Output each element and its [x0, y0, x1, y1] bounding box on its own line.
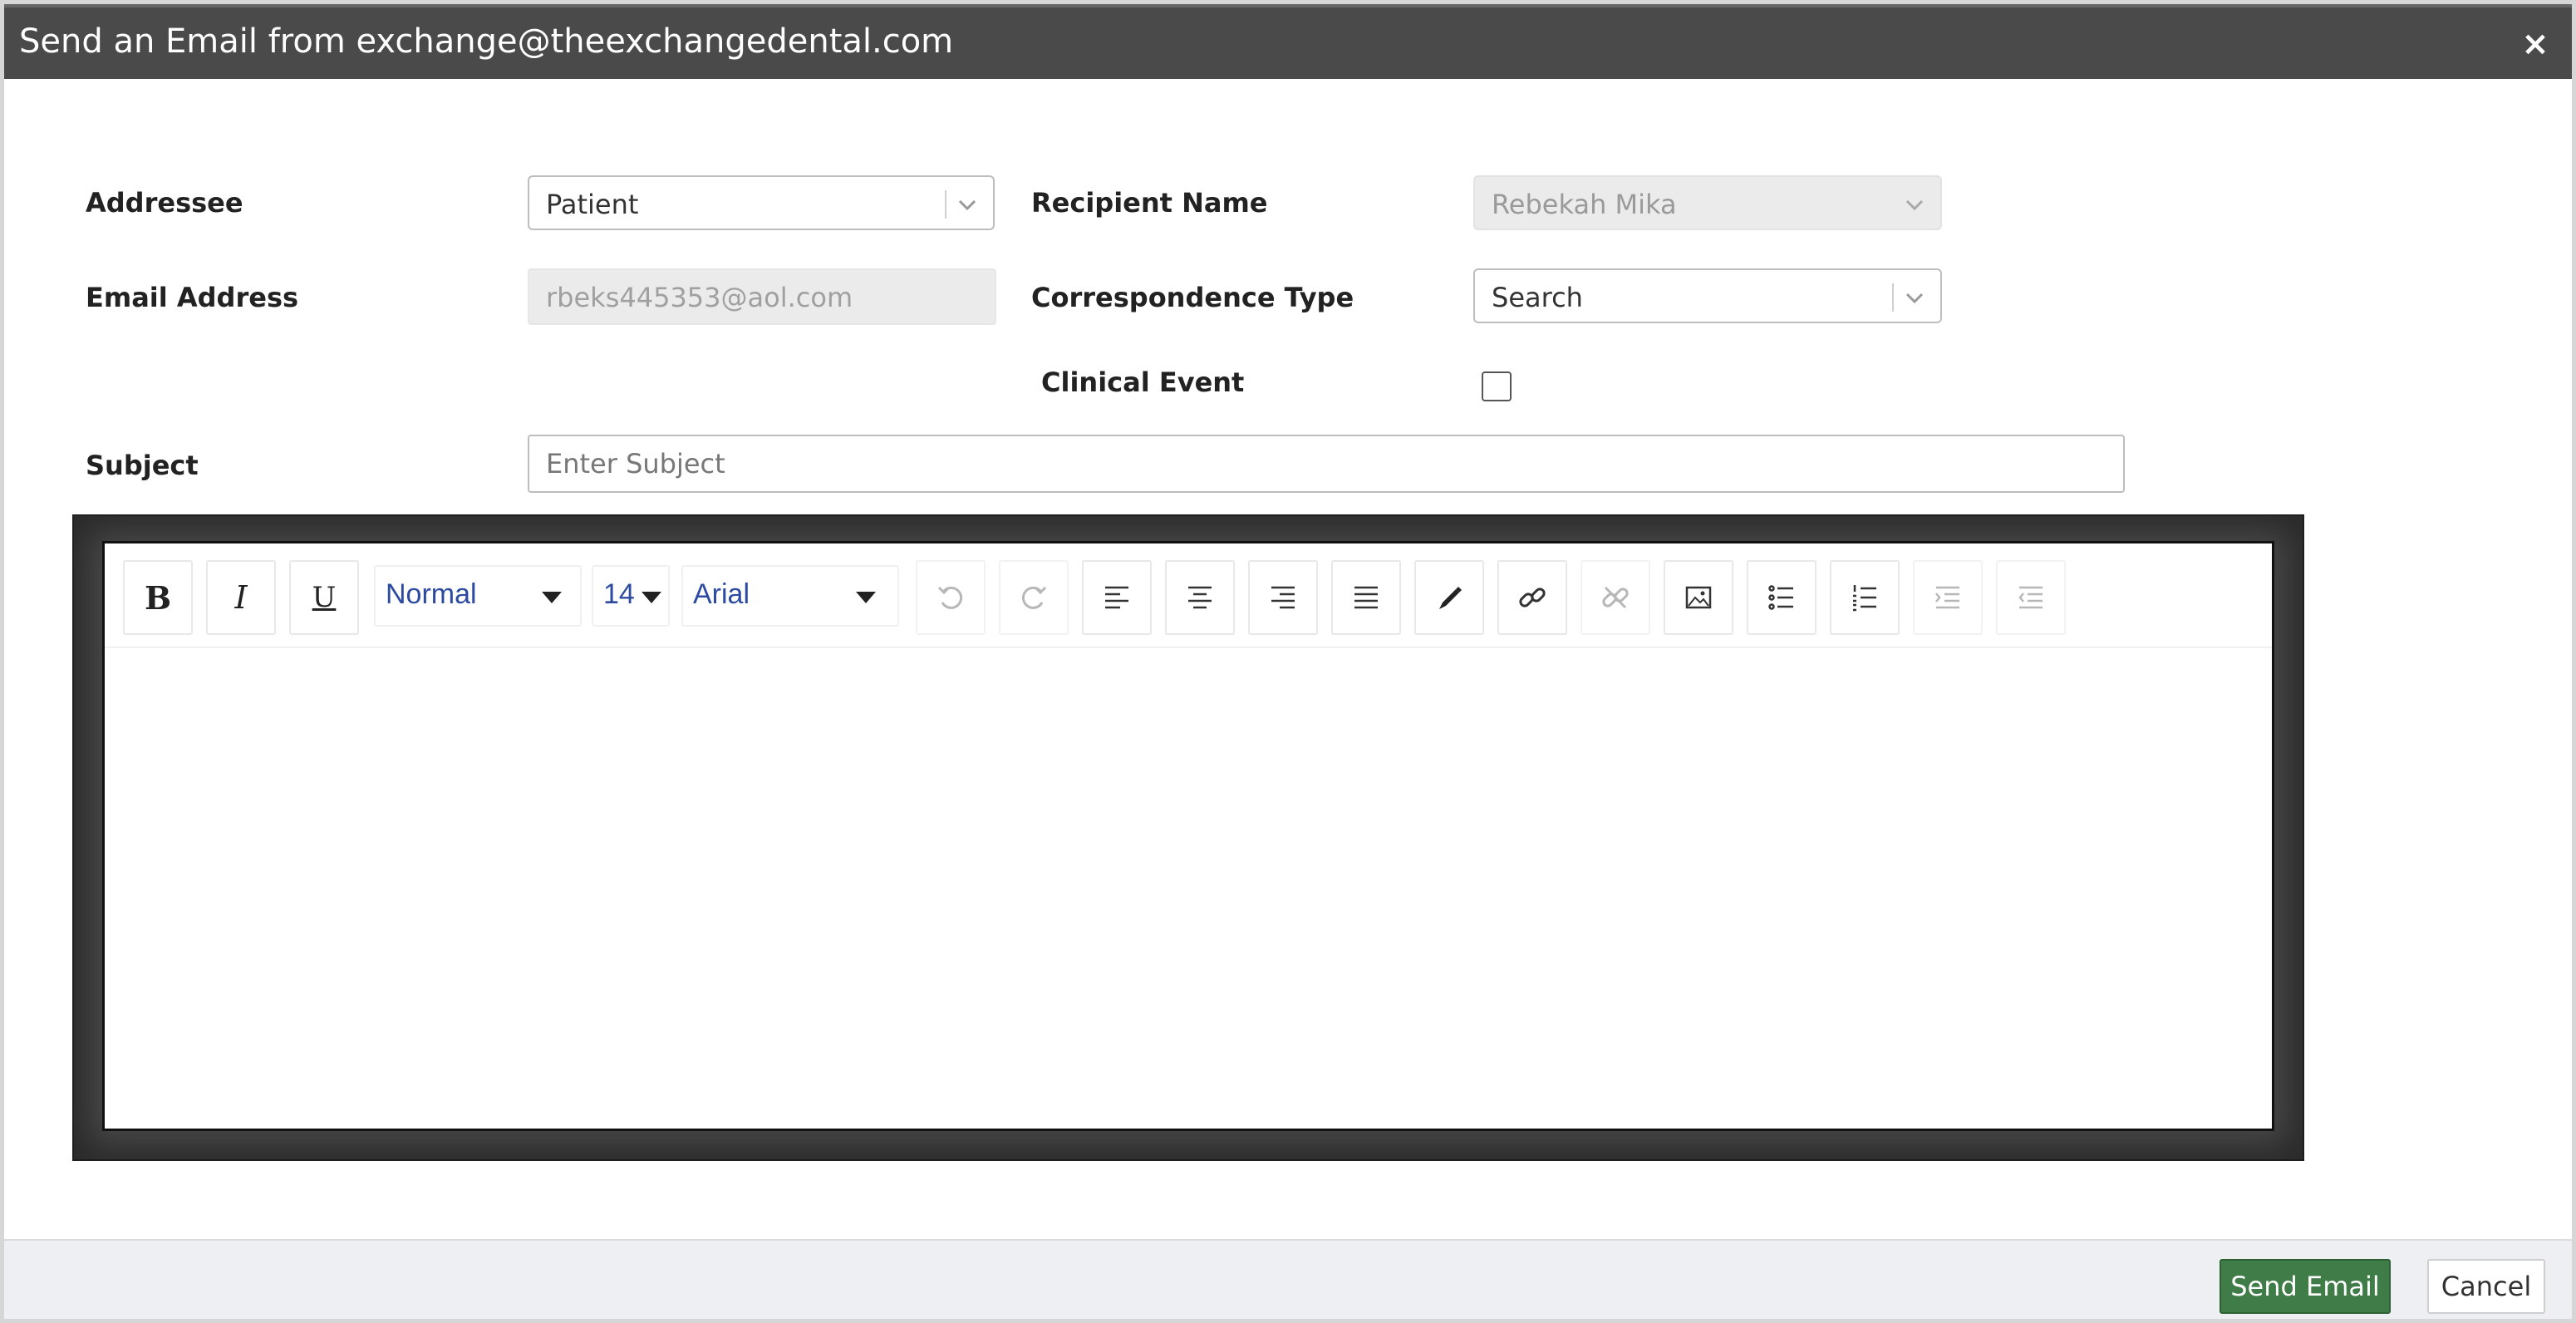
unlink-button[interactable] [1581, 560, 1650, 635]
paragraph-style-value: Normal [386, 578, 477, 610]
indent-icon [1935, 586, 1959, 609]
font-size-select[interactable]: 14 [592, 565, 670, 627]
close-icon[interactable]: × [2517, 26, 2554, 62]
clinical-event-label: Clinical Event [1041, 366, 1245, 398]
align-left-icon [1105, 586, 1128, 609]
text-color-icon [1439, 587, 1462, 609]
dialog-footer [4, 1239, 2572, 1319]
align-center-icon [1188, 586, 1212, 609]
image-icon [1685, 586, 1712, 609]
dialog-title: Send an Email from exchange@theexchanged… [19, 22, 954, 61]
link-icon [1519, 588, 1546, 607]
addressee-value: Patient [546, 189, 639, 220]
caret-down-icon [542, 592, 562, 603]
align-right-icon [1271, 586, 1295, 609]
bullet-list-button[interactable] [1747, 560, 1816, 635]
outdent-icon [2018, 586, 2043, 609]
caret-down-icon [642, 592, 661, 603]
recipient-name-value: Rebekah Mika [1492, 189, 1677, 220]
send-email-dialog: Send an Email from exchange@theexchanged… [0, 0, 2576, 1323]
correspondence-type-select[interactable]: Search [1473, 268, 1942, 323]
undo-button[interactable] [916, 560, 986, 635]
font-family-select[interactable]: Arial [681, 565, 899, 627]
underline-button[interactable]: U [289, 560, 359, 635]
bold-icon: B [144, 578, 172, 617]
editor-content-area[interactable] [105, 650, 2272, 1129]
align-justify-button[interactable] [1331, 560, 1401, 635]
outdent-button[interactable] [1996, 560, 2066, 635]
rich-text-editor: B I U Normal 14 Arial [102, 541, 2274, 1131]
italic-icon: I [234, 579, 248, 616]
bold-button[interactable]: B [123, 560, 193, 635]
paragraph-style-select[interactable]: Normal [374, 565, 582, 627]
email-address-value: rbeks445353@aol.com [546, 282, 853, 313]
align-left-button[interactable] [1082, 560, 1152, 635]
font-family-value: Arial [693, 578, 750, 610]
chevron-down-icon [1905, 199, 1924, 211]
redo-icon [1021, 586, 1047, 609]
recipient-name-select: Rebekah Mika [1473, 175, 1942, 230]
image-button[interactable] [1664, 560, 1733, 635]
numbered-list-button[interactable] [1830, 560, 1900, 635]
align-center-button[interactable] [1165, 560, 1235, 635]
clinical-event-checkbox[interactable] [1482, 371, 1512, 401]
unlink-icon [1602, 586, 1629, 609]
underline-icon: U [312, 581, 337, 614]
subject-input[interactable] [528, 435, 2125, 493]
select-separator [945, 190, 946, 219]
correspondence-type-label: Correspondence Type [1031, 282, 1354, 313]
subject-label: Subject [86, 450, 199, 481]
dialog-titlebar: Send an Email from exchange@theexchanged… [4, 4, 2572, 79]
send-email-button[interactable]: Send Email [2220, 1259, 2391, 1314]
correspondence-type-placeholder: Search [1492, 282, 1583, 313]
font-size-value: 14 [603, 578, 635, 610]
undo-icon [937, 586, 963, 609]
numbered-list-icon [1853, 585, 1876, 612]
cancel-button[interactable]: Cancel [2427, 1259, 2545, 1314]
chevron-down-icon [1905, 293, 1924, 304]
recipient-name-label: Recipient Name [1031, 187, 1268, 219]
addressee-select[interactable]: Patient [528, 175, 995, 230]
caret-down-icon [856, 592, 876, 603]
bullet-list-icon [1768, 585, 1793, 610]
email-address-label: Email Address [86, 282, 299, 313]
chevron-down-icon [958, 199, 976, 211]
redo-button[interactable] [999, 560, 1069, 635]
addressee-label: Addressee [86, 187, 243, 219]
select-separator [1892, 283, 1894, 312]
italic-button[interactable]: I [206, 560, 276, 635]
link-button[interactable] [1497, 560, 1567, 635]
align-justify-icon [1354, 586, 1378, 609]
text-color-button[interactable] [1414, 560, 1484, 635]
email-address-field: rbeks445353@aol.com [528, 268, 996, 325]
indent-button[interactable] [1913, 560, 1983, 635]
editor-toolbar: B I U Normal 14 Arial [105, 543, 2272, 648]
align-right-button[interactable] [1248, 560, 1318, 635]
